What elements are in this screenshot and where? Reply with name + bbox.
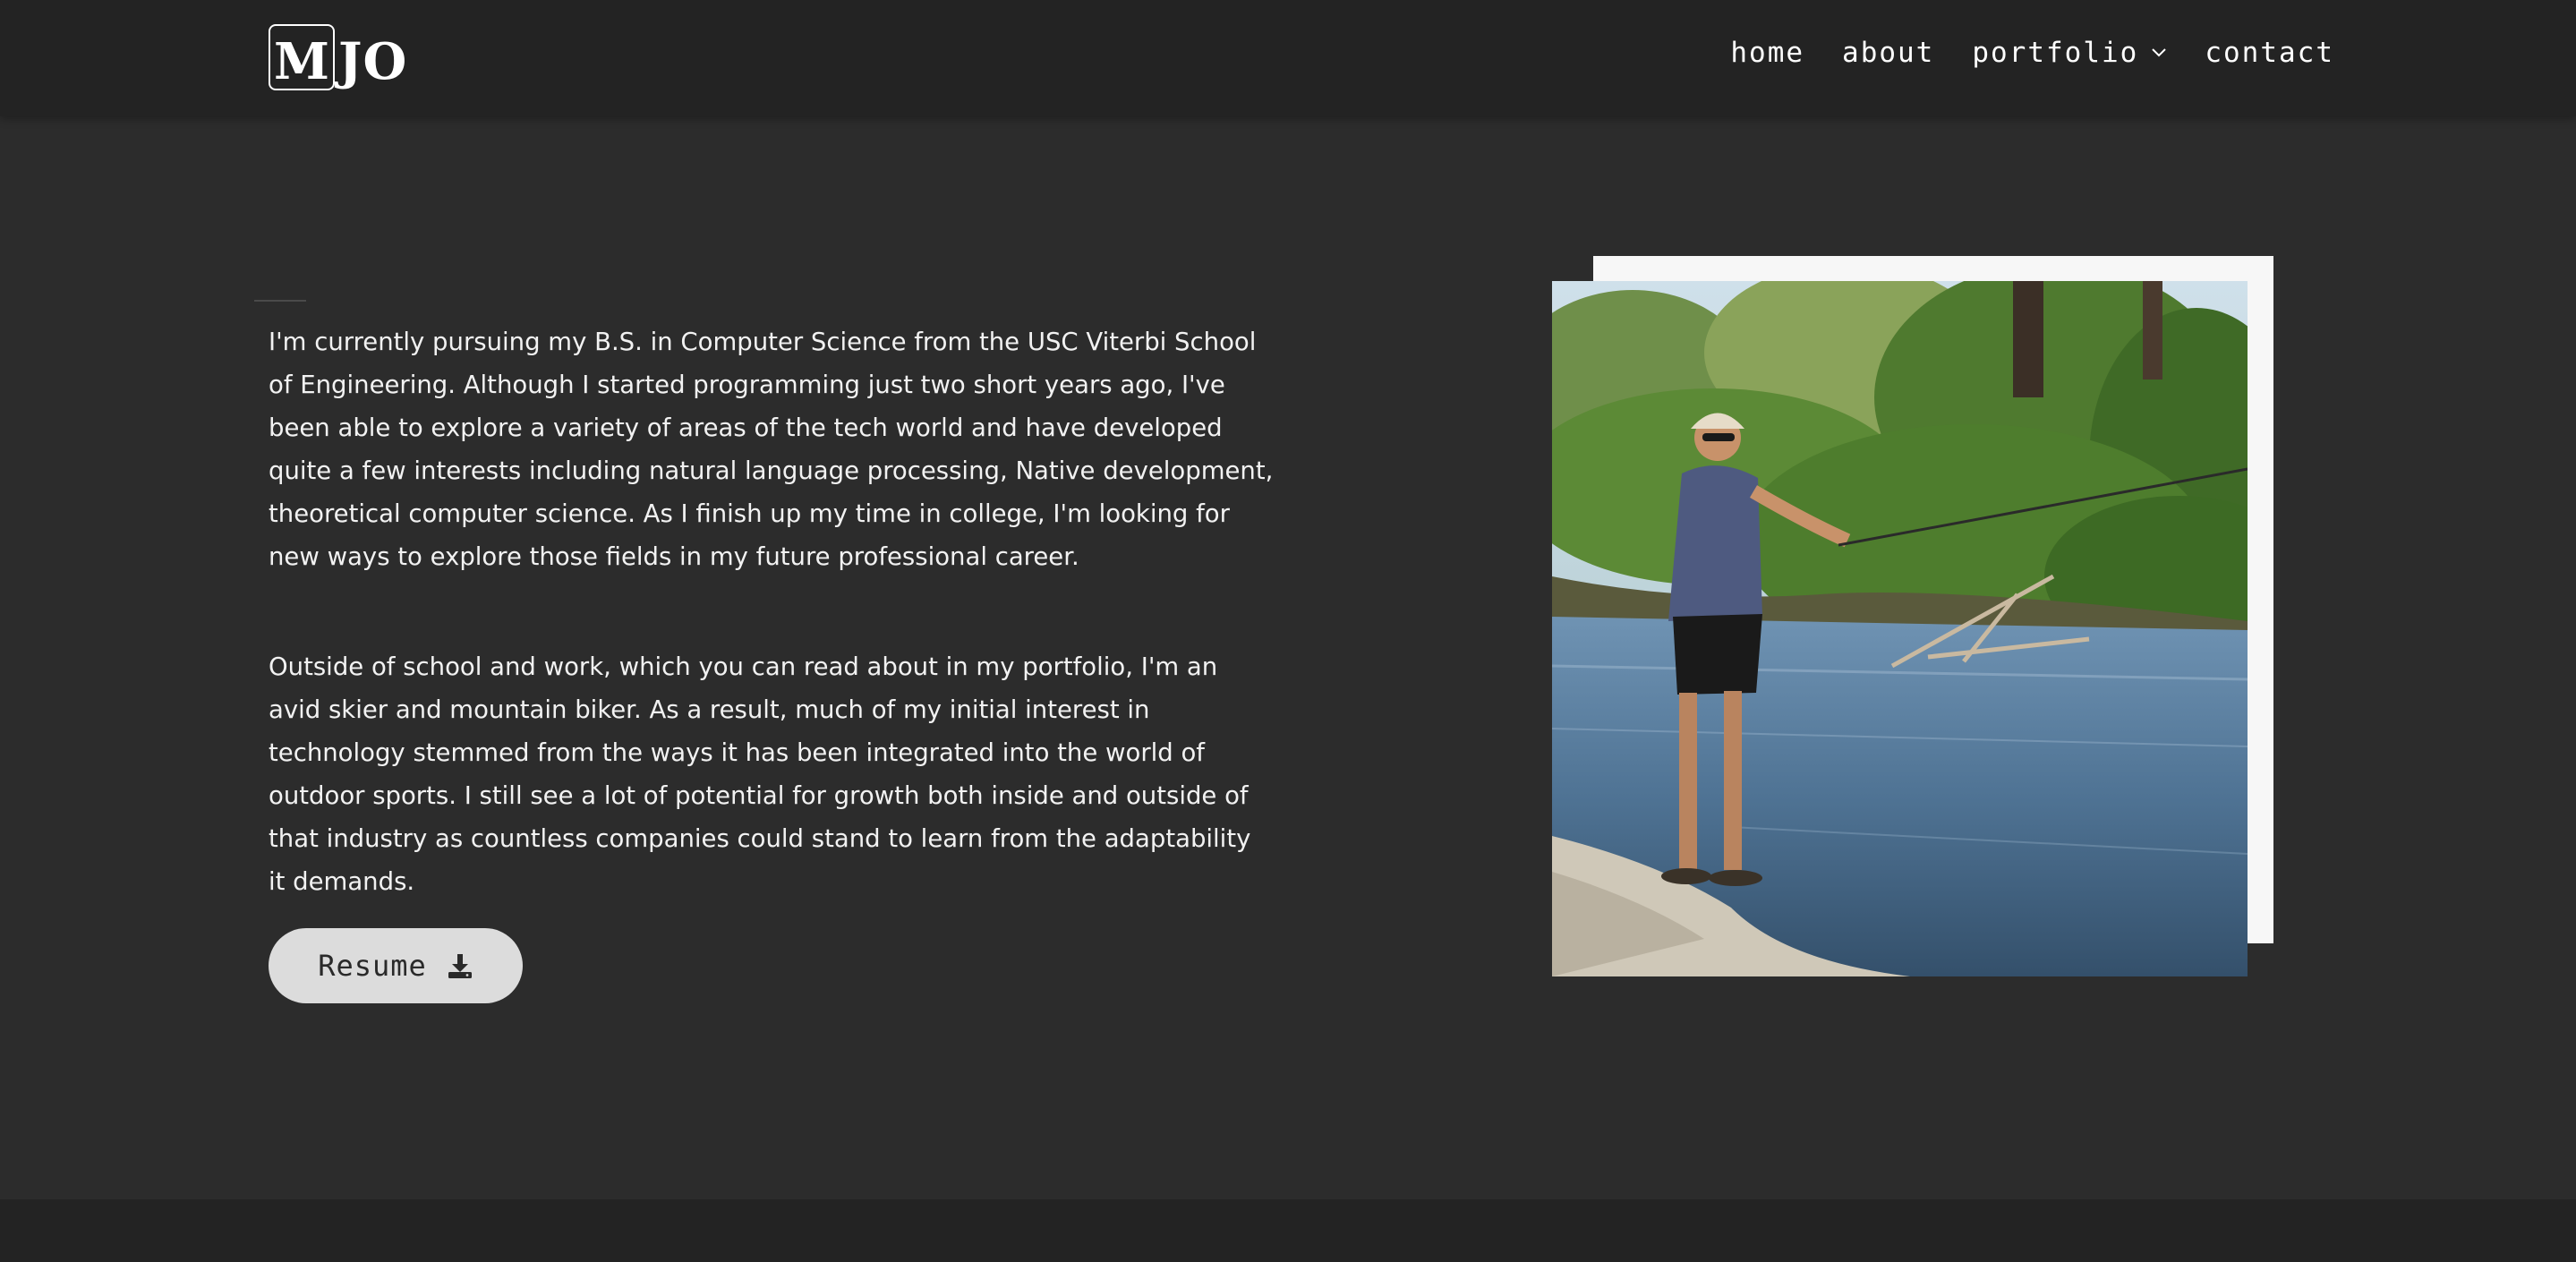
nav-portfolio-dropdown[interactable]: portfolio: [1972, 37, 2167, 69]
navbar: M JO home about portfolio contact: [0, 0, 2576, 116]
logo-boxed-letter: M: [269, 24, 335, 91]
site-logo[interactable]: M JO: [269, 23, 407, 91]
about-paragraph-2: Outside of school and work, which you ca…: [269, 652, 1251, 896]
resume-button-label: Resume: [318, 949, 427, 983]
resume-download-button[interactable]: Resume: [269, 928, 523, 1003]
logo-text: JO: [338, 32, 408, 91]
nav-contact-link[interactable]: contact: [2205, 37, 2334, 69]
nav-home-link[interactable]: home: [1730, 37, 1804, 69]
download-icon: [448, 954, 472, 978]
footer: [0, 1199, 2576, 1262]
page: M JO home about portfolio contact I'm cu…: [0, 0, 2576, 1262]
chevron-down-icon: [2152, 48, 2167, 57]
nav-portfolio-label: portfolio: [1972, 37, 2139, 69]
nav-about-link[interactable]: about: [1842, 37, 1934, 69]
about-paragraph-1: I'm currently pursuing my B.S. in Comput…: [269, 328, 1274, 571]
profile-photo: [1552, 281, 2248, 976]
section-divider: [254, 300, 306, 302]
main-nav: home about portfolio contact: [1730, 30, 2334, 75]
